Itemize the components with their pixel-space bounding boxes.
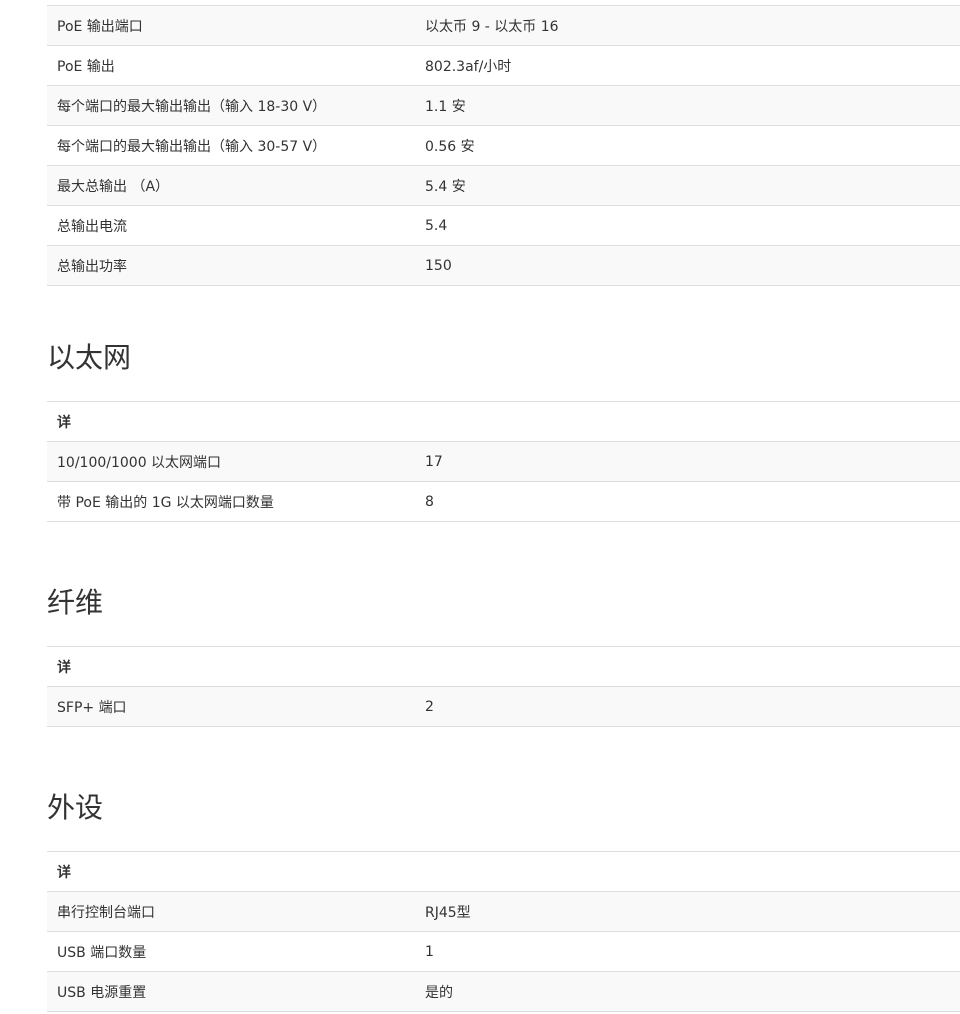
- table-row: 串行控制台端口 RJ45型: [47, 891, 960, 932]
- table-row: SFP+ 端口 2: [47, 686, 960, 727]
- table-row: USB 电源重置 是的: [47, 971, 960, 1012]
- spec-value: 150: [415, 245, 960, 286]
- table-header: 详: [47, 401, 960, 442]
- spec-label: 每个端口的最大输出输出（输入 30-57 V）: [47, 125, 415, 166]
- spec-label: 串行控制台端口: [47, 891, 415, 932]
- spec-value: 2: [415, 686, 960, 727]
- spec-value: 是的: [415, 971, 960, 1012]
- spec-value: 以太币 9 - 以太币 16: [415, 5, 960, 46]
- table-row: 总输出功率 150: [47, 245, 960, 286]
- spec-value: 17: [415, 441, 960, 482]
- table-header: 详: [47, 646, 960, 687]
- table-row: PoE 输出端口 以太币 9 - 以太币 16: [47, 5, 960, 46]
- table-header: 详: [47, 851, 960, 892]
- section-title-peripherals: 外设: [47, 791, 104, 824]
- spec-label: USB 电源重置: [47, 971, 415, 1012]
- table-row: USB 端口数量 1: [47, 931, 960, 972]
- spec-value: 8: [415, 481, 960, 522]
- spec-value: 5.4: [415, 205, 960, 246]
- table-row: 10/100/1000 以太网端口 17: [47, 441, 960, 482]
- spec-value: RJ45型: [415, 891, 960, 932]
- spec-value: 802.3af/小时: [415, 45, 960, 86]
- table-row: 带 PoE 输出的 1G 以太网端口数量 8: [47, 481, 960, 522]
- spec-value: 1.1 安: [415, 85, 960, 126]
- spec-label: 每个端口的最大输出输出（输入 18-30 V）: [47, 85, 415, 126]
- table-row: 每个端口的最大输出输出（输入 30-57 V） 0.56 安: [47, 125, 960, 166]
- spec-label: 总输出电流: [47, 205, 415, 246]
- spec-label: PoE 输出: [47, 45, 415, 86]
- table-header-row: 详: [47, 851, 960, 892]
- peripherals-spec-table: 详 串行控制台端口 RJ45型 USB 端口数量 1 USB 电源重置 是的: [47, 851, 960, 1012]
- section-title-ethernet: 以太网: [47, 341, 132, 374]
- spec-value: 1: [415, 931, 960, 972]
- table-row: 最大总输出 （A） 5.4 安: [47, 165, 960, 206]
- table-header-row: 详: [47, 401, 960, 442]
- spec-value: 0.56 安: [415, 125, 960, 166]
- table-row: PoE 输出 802.3af/小时: [47, 45, 960, 86]
- spec-label: 总输出功率: [47, 245, 415, 286]
- spec-label: 10/100/1000 以太网端口: [47, 441, 415, 482]
- spec-label: PoE 输出端口: [47, 5, 415, 46]
- section-title-fiber: 纤维: [47, 586, 104, 619]
- spec-label: 最大总输出 （A）: [47, 165, 415, 206]
- spec-label: USB 端口数量: [47, 931, 415, 972]
- poe-spec-table: PoE 输出端口 以太币 9 - 以太币 16 PoE 输出 802.3af/小…: [47, 5, 960, 286]
- table-header-row: 详: [47, 646, 960, 687]
- spec-label: 带 PoE 输出的 1G 以太网端口数量: [47, 481, 415, 522]
- fiber-spec-table: 详 SFP+ 端口 2: [47, 646, 960, 727]
- table-row: 总输出电流 5.4: [47, 205, 960, 246]
- ethernet-spec-table: 详 10/100/1000 以太网端口 17 带 PoE 输出的 1G 以太网端…: [47, 401, 960, 522]
- spec-label: SFP+ 端口: [47, 686, 415, 727]
- spec-value: 5.4 安: [415, 165, 960, 206]
- table-row: 每个端口的最大输出输出（输入 18-30 V） 1.1 安: [47, 85, 960, 126]
